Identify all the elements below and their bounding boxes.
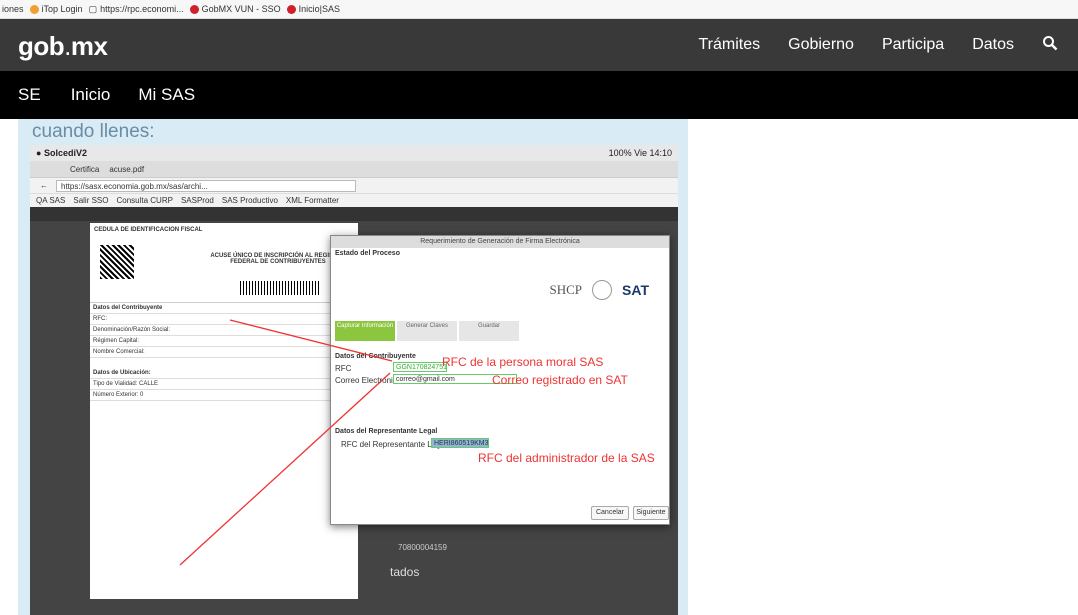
- instruction-text: cuando llenes:: [32, 121, 155, 142]
- subnav-mi-sas[interactable]: Mi SAS: [138, 85, 195, 105]
- nav-links: Trámites Gobierno Participa Datos: [698, 19, 1058, 71]
- itop-icon: [29, 4, 39, 14]
- logo-dot: .: [64, 31, 71, 61]
- bookmark-item[interactable]: ▢ https://rpc.economi...: [89, 4, 184, 15]
- nav-participa[interactable]: Participa: [882, 36, 944, 54]
- bookmark-label: iones: [2, 4, 24, 14]
- arrow-rfc: [229, 319, 393, 362]
- embedded-screenshot: ● SolcediV2 100% Vie 14:10 Certifica acu…: [30, 145, 678, 615]
- annotation-arrows: [179, 319, 393, 566]
- logo-part: gob: [18, 31, 65, 61]
- gobmx-icon: [286, 4, 296, 14]
- bookmark-item[interactable]: Inicio|SAS: [286, 4, 341, 14]
- subnav-inicio[interactable]: Inicio: [71, 85, 111, 105]
- bookmark-label: iTop Login: [41, 4, 83, 14]
- nav-tramites[interactable]: Trámites: [698, 36, 760, 54]
- gobmx-logo[interactable]: gob.mx: [18, 31, 108, 62]
- bookmark-label: https://rpc.economi...: [100, 4, 184, 14]
- nav-datos[interactable]: Datos: [972, 36, 1014, 54]
- bookmark-label: Inicio|SAS: [298, 4, 341, 14]
- bookmark-item[interactable]: GobMX VUN - SSO: [189, 4, 281, 14]
- page-icon: ▢: [88, 3, 98, 14]
- bookmark-item[interactable]: iones: [2, 4, 24, 14]
- logo-part: mx: [70, 31, 108, 61]
- sub-navbar: SE Inicio Mi SAS: [0, 71, 1078, 119]
- instruction-panel: cuando llenes: ● SolcediV2 100% Vie 14:1…: [18, 119, 688, 615]
- bookmark-item[interactable]: iTop Login: [29, 4, 83, 14]
- bookmark-label: GobMX VUN - SSO: [201, 4, 281, 14]
- main-navbar: gob.mx Trámites Gobierno Participa Datos: [0, 19, 1078, 71]
- gobmx-icon: [189, 4, 199, 14]
- arrow-email: [179, 372, 391, 566]
- subnav-se[interactable]: SE: [18, 85, 41, 105]
- nav-gobierno[interactable]: Gobierno: [788, 36, 854, 54]
- search-icon[interactable]: [1042, 35, 1058, 56]
- browser-bookmarks-bar: iones iTop Login ▢ https://rpc.economi...…: [0, 0, 1078, 19]
